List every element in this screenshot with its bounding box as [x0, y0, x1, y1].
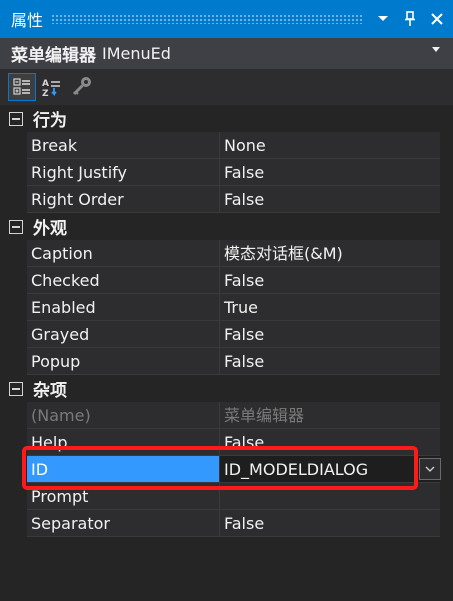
property-row-right-justify[interactable]: Right Justify False — [0, 159, 453, 186]
close-icon[interactable] — [426, 8, 448, 30]
property-grid: 行为 Break None Right Justify False Right … — [0, 105, 453, 537]
empty-area — [0, 540, 453, 601]
property-value[interactable] — [220, 483, 440, 510]
categorized-icon[interactable] — [8, 73, 36, 101]
property-row-prompt[interactable]: Prompt — [0, 483, 453, 510]
property-row-help[interactable]: Help False — [0, 429, 453, 456]
property-name: Popup — [27, 348, 220, 375]
property-row-name[interactable]: (Name) 菜单编辑器 — [0, 402, 453, 429]
property-value[interactable]: True — [220, 294, 440, 321]
property-row-caption[interactable]: Caption 模态对话框(&M) — [0, 240, 453, 267]
alphabetical-icon[interactable]: A Z — [38, 73, 66, 101]
property-row-enabled[interactable]: Enabled True — [0, 294, 453, 321]
property-value[interactable]: False — [220, 267, 440, 294]
property-name: Prompt — [27, 483, 220, 510]
collapse-icon[interactable] — [9, 219, 23, 234]
property-value[interactable]: 模态对话框(&M) — [220, 240, 440, 267]
property-row-id[interactable]: ID ID_MODELDIALOG — [0, 456, 453, 483]
property-value[interactable]: False — [220, 186, 440, 213]
category-appearance[interactable]: 外观 — [0, 213, 453, 240]
category-behavior[interactable]: 行为 — [0, 105, 453, 132]
properties-title-bar: 属性 — [0, 0, 453, 38]
property-value: 菜单编辑器 — [220, 402, 440, 429]
property-value[interactable]: False — [220, 321, 440, 348]
chevron-down-icon[interactable] — [432, 47, 440, 52]
dropdown-button[interactable] — [419, 458, 441, 480]
title-grip — [51, 14, 362, 24]
property-name: Right Justify — [27, 159, 220, 186]
svg-text:A: A — [42, 79, 49, 89]
property-value[interactable]: None — [220, 132, 440, 159]
property-name: Checked — [27, 267, 220, 294]
category-label: 外观 — [33, 219, 67, 239]
property-name: Separator — [27, 510, 220, 537]
property-name: Help — [27, 429, 220, 456]
property-value[interactable]: False — [220, 510, 440, 537]
category-label: 杂项 — [33, 381, 67, 401]
property-name: Enabled — [27, 294, 220, 321]
property-row-checked[interactable]: Checked False — [0, 267, 453, 294]
property-name: (Name) — [27, 402, 220, 429]
collapse-icon[interactable] — [9, 381, 23, 396]
property-pages-icon[interactable] — [68, 73, 96, 101]
object-name: 菜单编辑器 — [11, 46, 96, 66]
property-name: ID — [27, 456, 220, 483]
property-row-break[interactable]: Break None — [0, 132, 453, 159]
property-row-separator[interactable]: Separator False — [0, 510, 453, 537]
property-value[interactable]: False — [220, 159, 440, 186]
window-title: 属性 — [11, 11, 44, 30]
property-value-input[interactable]: ID_MODELDIALOG — [220, 456, 440, 483]
property-name: Grayed — [27, 321, 220, 348]
property-name: Caption — [27, 240, 220, 267]
property-name: Right Order — [27, 186, 220, 213]
pin-icon[interactable] — [399, 8, 421, 30]
properties-toolbar: A Z — [0, 69, 453, 105]
property-row-popup[interactable]: Popup False — [0, 348, 453, 375]
property-row-grayed[interactable]: Grayed False — [0, 321, 453, 348]
category-misc[interactable]: 杂项 — [0, 375, 453, 402]
chevron-down-icon — [425, 466, 435, 472]
svg-text:Z: Z — [42, 89, 49, 98]
chevron-down-icon[interactable] — [372, 8, 394, 30]
object-selector[interactable]: 菜单编辑器 IMenuEd — [0, 38, 453, 69]
property-row-right-order[interactable]: Right Order False — [0, 186, 453, 213]
object-type: IMenuEd — [102, 44, 171, 63]
category-label: 行为 — [33, 111, 67, 131]
collapse-icon[interactable] — [9, 111, 23, 126]
property-name: Break — [27, 132, 220, 159]
property-value[interactable]: False — [220, 348, 440, 375]
property-value[interactable]: False — [220, 429, 440, 456]
